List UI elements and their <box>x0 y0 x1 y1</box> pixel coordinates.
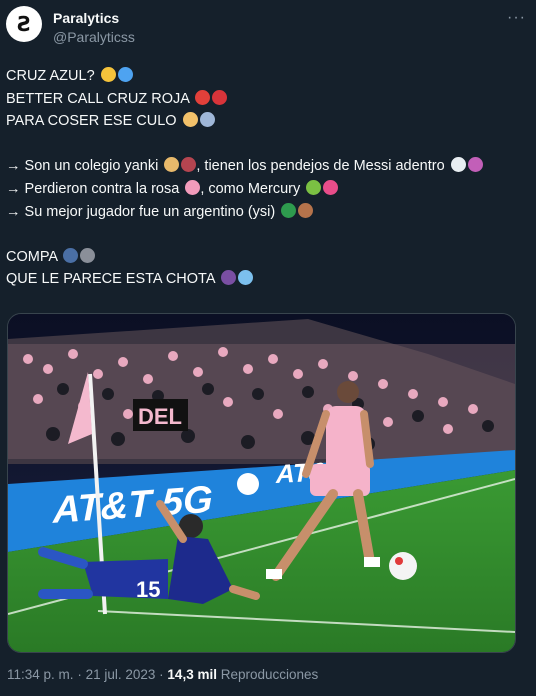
argentina-flag-icon <box>237 270 253 286</box>
rescue-helmet-icon <box>195 89 211 105</box>
view-count: 14,3 mil <box>167 667 217 682</box>
rainbow-flag-icon <box>323 179 339 195</box>
tweet-header: Ƨ Paralytics @Paralyticss ··· <box>6 6 526 50</box>
tweet-line <box>6 133 526 156</box>
milk-glass-icon <box>450 157 466 173</box>
blue-circle-icon <box>117 67 133 82</box>
tweet-line: BETTER CALL CRUZ ROJA <box>6 88 526 111</box>
author-handle[interactable]: @Paralyticss <box>53 29 135 45</box>
att-globe <box>237 473 259 495</box>
eggplant-icon <box>220 270 236 286</box>
telephone-icon <box>212 89 228 105</box>
pink-heart-icon <box>185 179 201 195</box>
tweet-line: CRUZ AZUL? <box>6 65 526 88</box>
tweet-line-text: CRUZ AZUL? <box>6 68 95 84</box>
stand-sign-text: DEL <box>138 404 182 429</box>
tweet-line-text: → Perdieron contra la rosa <box>6 180 180 197</box>
syringe-icon <box>199 112 215 128</box>
soccer-ball <box>389 552 417 580</box>
tweet-line-text: COMPA <box>6 248 58 265</box>
avatar-logo: Ƨ <box>17 12 31 36</box>
us-flag-icon <box>181 157 197 173</box>
tweet-time[interactable]: 11:34 p. m. <box>7 667 74 682</box>
soccer-photo: DEL AT&T 5G AT& 15 <box>8 314 515 652</box>
tweet-line: QUE LE PARECE ESTA CHOTA <box>6 268 526 291</box>
view-label: Reproducciones <box>220 667 319 682</box>
tweet-line: COMPA <box>6 246 526 269</box>
microphone-icon <box>80 247 96 263</box>
speaking-head-icon <box>63 247 79 263</box>
tweet-line-text: BETTER CALL CRUZ ROJA <box>6 90 190 107</box>
tweet-date[interactable]: 21 jul. 2023 <box>86 667 156 682</box>
tweet-line-text: , tienen los pendejos de Messi adentro <box>196 158 445 175</box>
microbe-icon <box>306 179 322 195</box>
tweet-line-text: → Su mejor jugador fue un argentino (ysi… <box>6 203 276 220</box>
avatar[interactable]: Ƨ <box>6 6 42 42</box>
meta-separator: · <box>159 667 164 682</box>
tweet-line: → Su mejor jugador fue un argentino (ysi… <box>6 201 526 224</box>
tweet-meta: 11:34 p. m. · 21 jul. 2023 · 14,3 mil Re… <box>7 667 318 682</box>
tweet-line: → Son un colegio yanki , tienen los pend… <box>6 155 526 178</box>
mexico-flag-icon <box>281 202 297 218</box>
player-number: 15 <box>136 577 160 602</box>
tweet-line-text: QUE LE PARECE ESTA CHOTA <box>6 271 215 288</box>
tweet-photo[interactable]: DEL AT&T 5G AT& 15 <box>7 313 516 653</box>
author-name[interactable]: Paralytics <box>53 10 119 26</box>
thinking-face-icon <box>100 67 116 82</box>
muscle-arm-icon <box>298 202 314 218</box>
tweet-line <box>6 223 526 246</box>
tweet-line-text: PARA COSER ESE CULO <box>6 113 177 130</box>
tweet-text: CRUZ AZUL? BETTER CALL CRUZ ROJA PARA CO… <box>6 65 526 291</box>
tweet-line: PARA COSER ESE CULO <box>6 110 526 133</box>
more-options-icon[interactable]: ··· <box>507 9 526 27</box>
tweet-line-text: , como Mercury <box>200 180 301 197</box>
school-icon <box>164 157 180 173</box>
tweet-line-text: → Son un colegio yanki <box>6 158 159 175</box>
devil-face-icon <box>467 157 483 173</box>
meta-separator: · <box>77 667 82 682</box>
tweet-line: → Perdieron contra la rosa , como Mercur… <box>6 178 526 201</box>
health-worker-icon <box>182 112 198 128</box>
